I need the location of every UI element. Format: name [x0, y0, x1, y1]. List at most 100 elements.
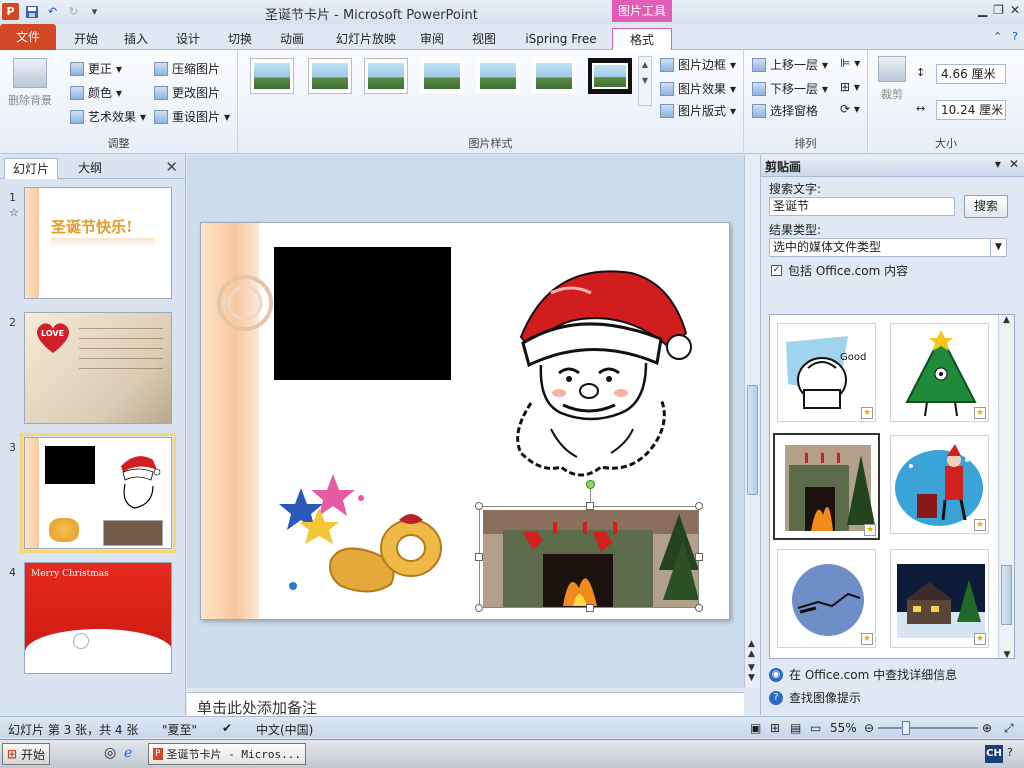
zoom-in-icon[interactable]: ⊕ [982, 721, 992, 735]
image-tips-link[interactable]: ? 查找图像提示 [769, 689, 861, 706]
redo-icon[interactable]: ↻ [65, 3, 82, 20]
language-indicator[interactable]: 中文(中国) [256, 721, 313, 738]
search-button[interactable]: 搜索 [964, 195, 1008, 218]
fit-to-window-icon[interactable]: ⤢ [1004, 721, 1014, 736]
height-input[interactable]: 4.66 厘米 [936, 64, 1006, 84]
clip-result-2[interactable]: ★ [890, 323, 989, 422]
minimize-ribbon-icon[interactable]: ⌃ [993, 30, 1002, 43]
chevron-down-icon[interactable]: ▼ [990, 239, 1006, 256]
tab-outline[interactable]: 大纲 [70, 158, 110, 179]
proofing-icon[interactable]: ✔ [222, 721, 232, 735]
notes-pane[interactable]: 单击此处添加备注 [187, 692, 744, 716]
result-type-select[interactable]: 选中的媒体文件类型 ▼ [769, 238, 1007, 257]
resize-handle-e[interactable] [695, 553, 703, 561]
pane-close-icon[interactable]: ✕ [1009, 157, 1019, 171]
width-input[interactable]: 10.24 厘米 [936, 100, 1006, 120]
group-objects-icon[interactable]: ⊞ ▾ [840, 80, 860, 94]
theme-name[interactable]: "夏至" [162, 721, 197, 738]
clip-result-3-selected[interactable]: ★ [773, 433, 880, 540]
compress-pictures-button[interactable]: 压缩图片 [154, 60, 220, 77]
crop-button[interactable]: 裁剪 [874, 56, 910, 102]
slide-thumb-1[interactable]: 圣诞节快乐! [24, 187, 172, 299]
bring-forward-button[interactable]: 上移一层 ▾ [752, 56, 828, 73]
tab-slides[interactable]: 幻灯片 [4, 158, 59, 179]
gallery-more-icon[interactable]: ▲ ▼ [638, 56, 652, 106]
save-icon[interactable] [23, 3, 40, 20]
tab-file[interactable]: 文件 [0, 24, 56, 50]
tab-home[interactable]: 开始 [68, 28, 104, 50]
picture-style-6[interactable] [532, 58, 576, 94]
scroll-down-icon[interactable]: ▼ [999, 650, 1014, 658]
clip-result-6[interactable]: ★ [890, 549, 989, 648]
prev-slide-icon[interactable]: ▲ ▲ [748, 639, 755, 659]
black-picture-placeholder[interactable] [274, 247, 451, 380]
resize-handle-nw[interactable] [475, 502, 483, 510]
next-slide-icon[interactable]: ▼ ▼ [748, 663, 755, 683]
slide-canvas[interactable] [200, 222, 730, 620]
reading-view-icon[interactable]: ▤ [790, 721, 801, 735]
selection-pane-button[interactable]: 选择窗格 [752, 102, 818, 119]
clip-result-4[interactable]: ★ [890, 435, 989, 534]
tab-design[interactable]: 设计 [170, 28, 206, 50]
picture-border-button[interactable]: 图片边框 ▾ [660, 56, 736, 73]
slide-sorter-icon[interactable]: ⊞ [770, 721, 780, 735]
find-more-office-link[interactable]: ◉ 在 Office.com 中查找详细信息 [769, 666, 957, 683]
start-button[interactable]: ⊞ 开始 [2, 743, 50, 765]
ime-indicator[interactable]: CH [985, 745, 1003, 763]
tab-transitions[interactable]: 切换 [222, 28, 258, 50]
ime-help-icon[interactable]: ? [1007, 746, 1013, 759]
slide-scroll-thumb[interactable] [747, 385, 758, 495]
tab-slideshow[interactable]: 幻灯片放映 [330, 28, 402, 50]
reset-picture-button[interactable]: 重设图片 ▾ [154, 108, 230, 125]
resize-handle-w[interactable] [475, 553, 483, 561]
close-icon[interactable]: ✕ [1010, 3, 1020, 17]
resize-handle-ne[interactable] [695, 502, 703, 510]
results-scrollbar[interactable]: ▲ ▼ [998, 315, 1014, 658]
desktop-quicklaunch-icon[interactable]: ◎ [104, 745, 116, 761]
send-backward-button[interactable]: 下移一层 ▾ [752, 80, 828, 97]
customize-qat-icon[interactable]: ▾ [86, 3, 103, 20]
results-scroll-thumb[interactable] [1001, 565, 1012, 625]
fireplace-clipart-selected[interactable] [483, 510, 699, 608]
zoom-out-icon[interactable]: ⊖ [864, 721, 874, 735]
santa-clipart[interactable] [481, 253, 711, 483]
checkbox-checked-icon[interactable]: ✓ [771, 265, 782, 276]
ie-quicklaunch-icon[interactable]: ℯ [124, 745, 132, 761]
zoom-slider-knob[interactable] [902, 721, 910, 735]
picture-style-2[interactable] [308, 58, 352, 94]
tab-insert[interactable]: 插入 [118, 28, 154, 50]
undo-icon[interactable]: ↶ [44, 3, 61, 20]
zoom-slider[interactable] [878, 727, 978, 729]
tab-ispring[interactable]: iSpring Free [518, 28, 604, 50]
resize-handle-n[interactable] [586, 502, 594, 510]
taskbar-powerpoint-task[interactable]: P 圣诞节卡片 - Micros... [148, 743, 306, 765]
rotate-icon[interactable]: ⟳ ▾ [840, 102, 860, 116]
slide-thumb-2[interactable]: LOVE [24, 312, 172, 424]
include-office-checkbox[interactable]: ✓ 包括 Office.com 内容 [771, 262, 908, 279]
stars-gift-clipart[interactable] [271, 468, 451, 608]
artistic-effects-button[interactable]: 艺术效果 ▾ [70, 108, 146, 125]
search-input[interactable]: 圣诞节 [769, 197, 955, 216]
slide-vertical-scrollbar[interactable]: ▲ ▲ ▼ ▼ [744, 155, 760, 688]
picture-effects-button[interactable]: 图片效果 ▾ [660, 80, 736, 97]
help-icon[interactable]: ? [1012, 30, 1018, 43]
corrections-button[interactable]: 更正 ▾ [70, 60, 122, 77]
tab-review[interactable]: 审阅 [414, 28, 450, 50]
pane-options-icon[interactable]: ▾ [995, 157, 1001, 171]
scroll-up-icon[interactable]: ▲ [999, 315, 1014, 325]
picture-layout-button[interactable]: 图片版式 ▾ [660, 102, 736, 119]
restore-icon[interactable]: ❐ [993, 3, 1004, 17]
tab-view[interactable]: 视图 [466, 28, 502, 50]
picture-style-7[interactable] [588, 58, 632, 94]
color-button[interactable]: 颜色 ▾ [70, 84, 122, 101]
rotation-handle[interactable] [586, 480, 595, 489]
resize-handle-sw[interactable] [475, 604, 483, 612]
picture-style-1[interactable] [250, 58, 294, 94]
clip-result-5[interactable]: ★ [777, 549, 876, 648]
remove-background-button[interactable]: 删除背景 [4, 58, 56, 108]
align-icon[interactable]: ⊫ ▾ [840, 56, 860, 70]
slide-thumb-4[interactable]: Merry Christmas [24, 562, 172, 674]
normal-view-icon[interactable]: ▣ [750, 721, 761, 735]
slideshow-view-icon[interactable]: ▭ [810, 721, 821, 735]
tab-animations[interactable]: 动画 [274, 28, 310, 50]
